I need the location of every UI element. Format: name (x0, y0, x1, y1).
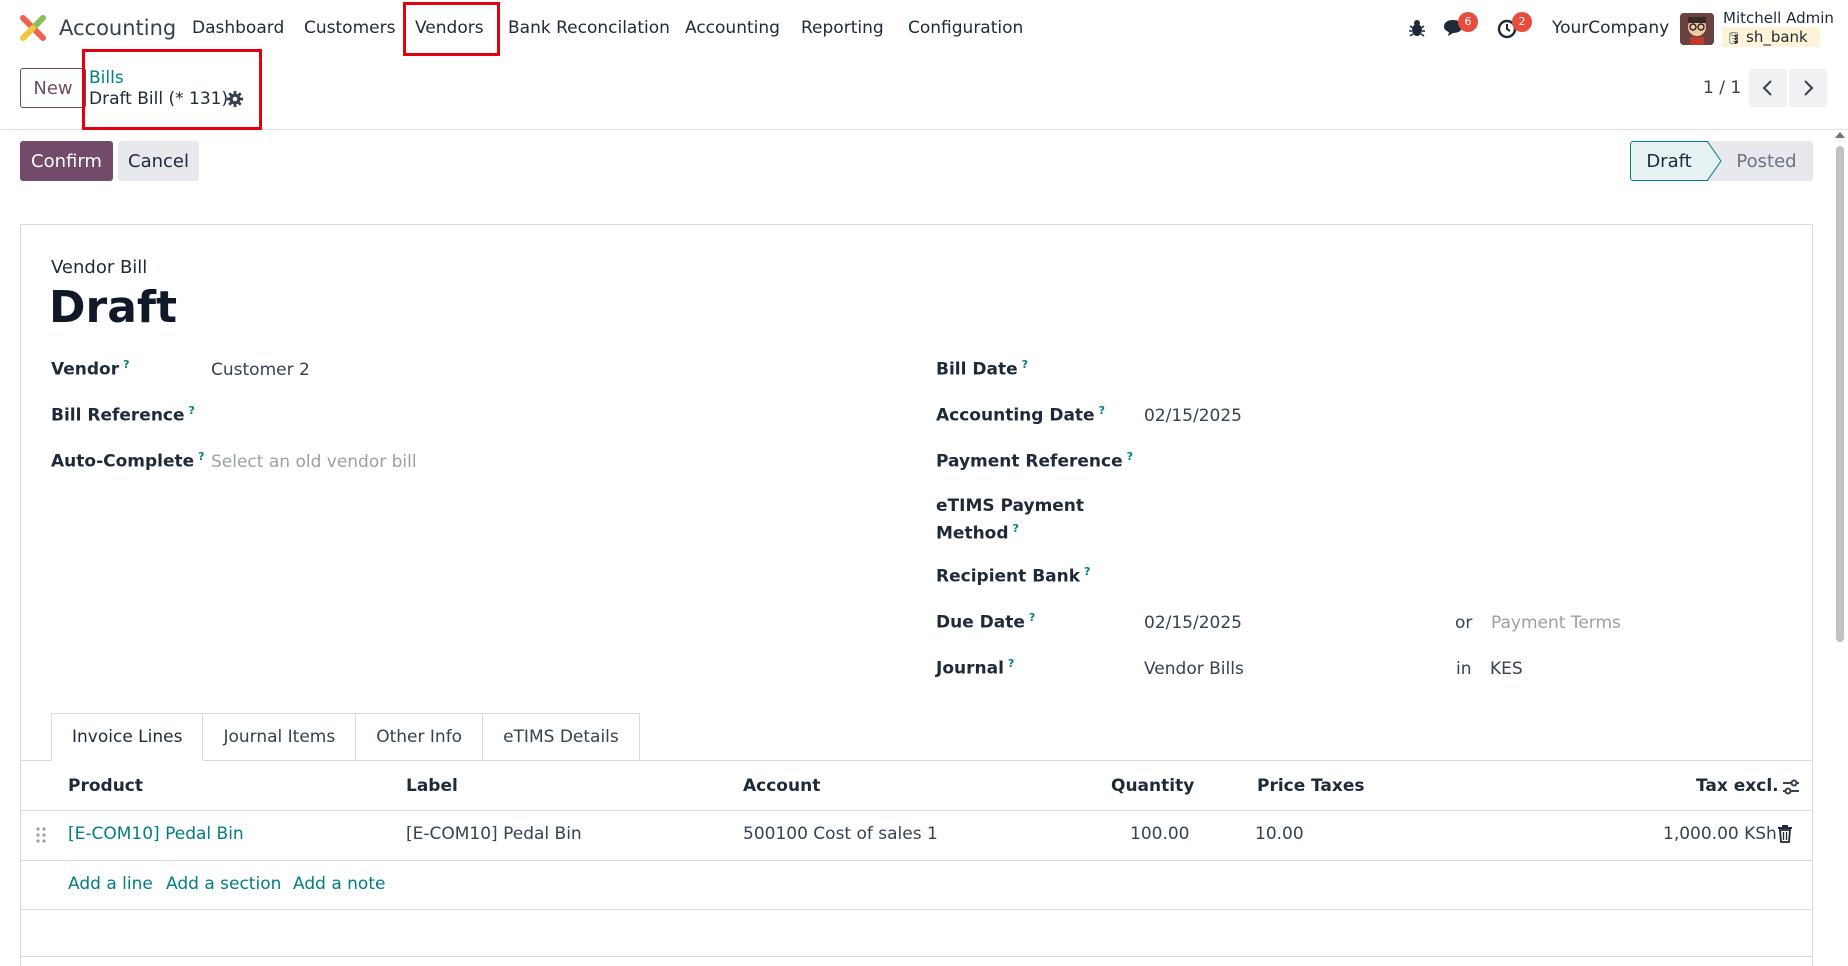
stage-draft[interactable]: Draft (1630, 141, 1708, 181)
form-sheet (20, 224, 1813, 966)
tab-invoice-lines[interactable]: Invoice Lines (51, 713, 204, 761)
accounting-date-field[interactable]: 02/15/2025 (1144, 406, 1242, 426)
help-icon[interactable]: ? (1084, 565, 1090, 578)
help-icon[interactable]: ? (1013, 522, 1019, 535)
company-switcher[interactable]: YourCompany (1552, 18, 1669, 38)
confirm-button[interactable]: Confirm (20, 141, 113, 181)
notebook-tabs: Invoice Lines Journal Items Other Info e… (51, 713, 640, 761)
payment-reference-label: Payment Reference? (936, 450, 1133, 472)
payment-reference-field[interactable] (1144, 452, 1744, 474)
pager-next-button[interactable] (1789, 69, 1827, 107)
recipient-bank-field[interactable] (1144, 567, 1744, 589)
etims-payment-method-label-line1: eTIMS Payment (936, 496, 1085, 516)
bug-icon[interactable] (1405, 16, 1429, 40)
etims-payment-method-label-line2: Method? (936, 522, 1019, 544)
drag-handle-icon[interactable] (36, 826, 46, 844)
help-icon[interactable]: ? (1099, 404, 1105, 417)
help-icon[interactable]: ? (1008, 657, 1014, 670)
column-label[interactable]: Label (406, 776, 458, 796)
chevron-left-icon (1762, 80, 1772, 96)
menu-bank-reconcilation[interactable]: Bank Reconcilation (508, 18, 670, 38)
column-quantity[interactable]: Quantity (1111, 776, 1194, 796)
menu-accounting[interactable]: Accounting (685, 18, 780, 38)
row-quantity[interactable]: 100.00 (1130, 824, 1189, 844)
menu-customers[interactable]: Customers (304, 18, 395, 38)
add-a-line-link[interactable]: Add a line (68, 874, 153, 894)
journal-field[interactable]: Vendor Bills (1144, 659, 1244, 679)
tab-journal-items[interactable]: Journal Items (203, 713, 357, 761)
bill-reference-label: Bill Reference? (51, 404, 195, 426)
table-bottom-divider (20, 956, 1813, 957)
menu-dashboard[interactable]: Dashboard (192, 18, 284, 38)
top-navbar: Accounting Dashboard Customers Vendors B… (0, 0, 1848, 58)
user-avatar[interactable] (1680, 13, 1714, 45)
database-name: sh_bank (1746, 28, 1808, 46)
bill-date-label: Bill Date? (936, 358, 1028, 380)
bill-reference-field[interactable] (211, 406, 811, 428)
form-subtitle: Vendor Bill (51, 257, 148, 278)
cancel-button[interactable]: Cancel (118, 141, 199, 181)
column-account[interactable]: Account (743, 776, 820, 796)
journal-in-label: in (1456, 659, 1472, 679)
etims-payment-method-field[interactable] (1144, 510, 1744, 532)
user-name[interactable]: Mitchell Admin (1723, 9, 1834, 27)
tab-etims-details[interactable]: eTIMS Details (483, 713, 640, 761)
database-icon: 🛢 (1726, 31, 1742, 45)
column-product[interactable]: Product (68, 776, 143, 796)
vendor-label: Vendor? (51, 358, 130, 380)
column-price[interactable]: Price (1257, 776, 1305, 796)
breadcrumb-highlight-box (82, 49, 262, 130)
activities-badge: 2 (1512, 12, 1532, 32)
help-icon[interactable]: ? (189, 404, 195, 417)
bill-date-field[interactable] (1144, 360, 1744, 382)
pager-previous-button[interactable] (1749, 69, 1787, 107)
currency-field[interactable]: KES (1490, 659, 1523, 679)
scrollbar-thumb[interactable] (1836, 146, 1844, 642)
add-a-note-link[interactable]: Add a note (293, 874, 385, 894)
row-tax-excl: 1,000.00 KSh (1663, 824, 1777, 844)
recipient-bank-label: Recipient Bank? (936, 565, 1091, 587)
due-date-label: Due Date? (936, 611, 1036, 633)
journal-label: Journal? (936, 657, 1015, 679)
tab-other-info[interactable]: Other Info (356, 713, 484, 761)
database-chip: 🛢 sh_bank (1722, 27, 1820, 47)
pager-value[interactable]: 1 / 1 (1703, 78, 1741, 98)
help-icon[interactable]: ? (1127, 450, 1133, 463)
accounting-date-label: Accounting Date? (936, 404, 1105, 426)
row-account[interactable]: 500100 Cost of sales 1 (743, 824, 938, 844)
auto-complete-field[interactable]: Select an old vendor bill (211, 452, 417, 472)
messages-badge: 6 (1458, 12, 1478, 32)
stage-arrow-icon (1707, 141, 1722, 181)
help-icon[interactable]: ? (1022, 358, 1028, 371)
table-row-divider (20, 860, 1813, 861)
vendor-field[interactable]: Customer 2 (211, 360, 310, 380)
column-taxes[interactable]: Taxes (1311, 776, 1365, 796)
due-date-or-label: or (1455, 613, 1473, 633)
row-label[interactable]: [E-COM10] Pedal Bin (406, 824, 582, 844)
form-title: Draft (49, 282, 178, 333)
menu-reporting[interactable]: Reporting (801, 18, 884, 38)
table-footer-divider (20, 909, 1813, 910)
due-date-field[interactable]: 02/15/2025 (1144, 613, 1242, 633)
add-a-section-link[interactable]: Add a section (166, 874, 281, 894)
payment-terms-field[interactable]: Payment Terms (1491, 613, 1621, 633)
menu-configuration[interactable]: Configuration (908, 18, 1023, 38)
column-settings-sliders-icon[interactable] (1781, 777, 1801, 797)
row-price[interactable]: 10.00 (1255, 824, 1304, 844)
column-tax-excl[interactable]: Tax excl. (1696, 776, 1779, 796)
new-button[interactable]: New (20, 68, 86, 108)
help-icon[interactable]: ? (198, 450, 204, 463)
vendors-highlight-box (403, 2, 500, 56)
scroll-up-arrow-icon[interactable] (1835, 132, 1845, 138)
help-icon[interactable]: ? (1029, 611, 1035, 624)
help-icon[interactable]: ? (123, 358, 129, 371)
auto-complete-label: Auto-Complete? (51, 450, 205, 472)
control-panel: New Bills Draft Bill (* 131) 1 / 1 (0, 58, 1848, 130)
app-name[interactable]: Accounting (59, 16, 176, 40)
chevron-right-icon (1804, 80, 1814, 96)
row-product[interactable]: [E-COM10] Pedal Bin (68, 824, 244, 844)
trash-icon[interactable] (1777, 825, 1793, 843)
table-header-divider (20, 810, 1813, 811)
app-logo-icon[interactable] (20, 15, 46, 41)
